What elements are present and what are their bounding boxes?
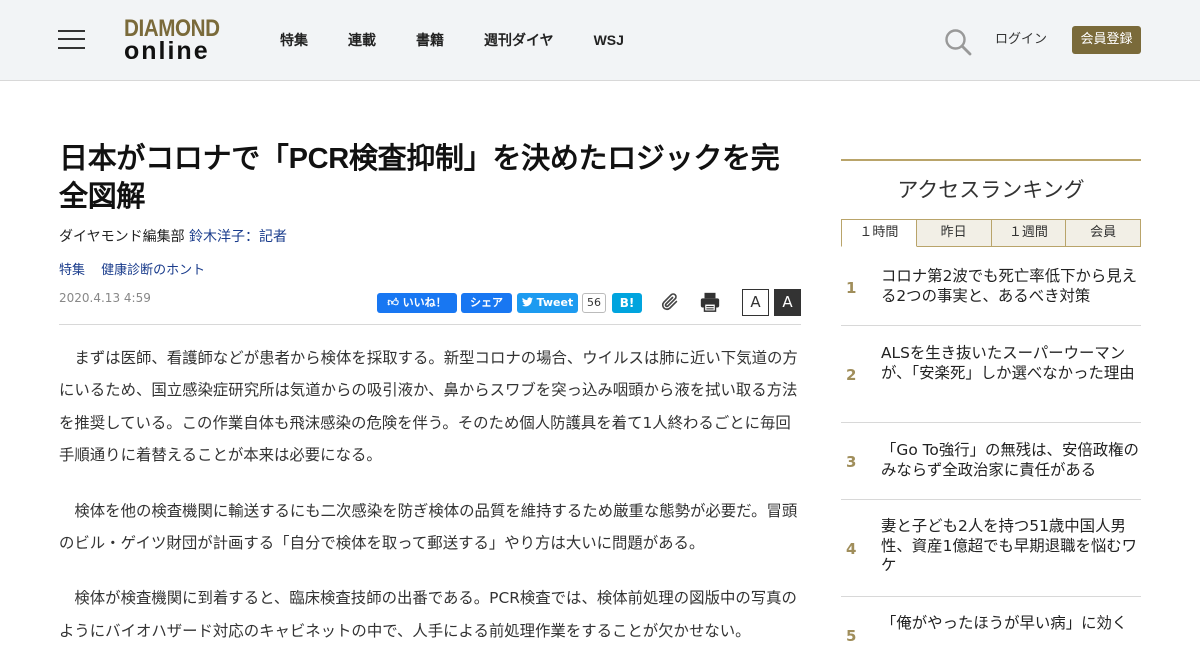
byline: ダイヤモンド編集部 鈴木洋子：記者 xyxy=(59,227,287,247)
author-link[interactable]: 鈴木洋子：記者 xyxy=(189,229,287,245)
nav-item-weekly[interactable]: 週刊ダイヤ xyxy=(484,31,554,49)
site-header: DIAMOND online 特集 連載 書籍 週刊ダイヤ WSJ ログイン 会… xyxy=(0,0,1200,81)
tweet-count: 56 xyxy=(582,293,606,313)
print-icon[interactable] xyxy=(699,291,721,313)
thumbs-up-icon: 👍︎ xyxy=(387,296,399,309)
nav-item-feature[interactable]: 特集 xyxy=(280,31,308,49)
publish-date: 2020.4.13 4:59 xyxy=(59,291,151,305)
tweet-label: Tweet xyxy=(536,296,574,309)
tweet-button[interactable]: Tweet xyxy=(517,293,578,313)
ranking-item[interactable]: 3 「Go To強行」の無残は、安倍政権のみならず全政治家に責任がある xyxy=(841,423,1141,500)
tab-yesterday[interactable]: 昨日 xyxy=(916,219,992,247)
rank-number: 3 xyxy=(846,453,857,471)
nav-item-books[interactable]: 書籍 xyxy=(416,31,444,49)
ranking-tabs: １時間 昨日 １週間 会員 xyxy=(841,219,1141,247)
byline-dept: ダイヤモンド編集部 xyxy=(59,229,185,245)
tab-1hour[interactable]: １時間 xyxy=(841,219,917,247)
ranking-item[interactable]: 1 コロナ第2波でも死亡率低下から見える2つの事実と、あるべき対策 xyxy=(841,247,1141,326)
tab-1week[interactable]: １週間 xyxy=(991,219,1067,247)
ranking-item[interactable]: 4 妻と子ども2人を持つ51歳中国人男性、資産1億超でも早期退職を悩むワケ xyxy=(841,500,1141,597)
tag-list: 特集 健康診断のホント xyxy=(59,262,217,280)
font-size-small-button[interactable]: A xyxy=(742,289,769,316)
article-title: 日本がコロナで「PCR検査抑制」を決めたロジックを完全図解 xyxy=(59,143,780,213)
rank-number: 4 xyxy=(846,540,857,558)
article-paragraph: 検体を他の検査機関に輸送するにも二次感染を防ぎ検体の品質を維持するため厳重な態勢… xyxy=(59,501,798,553)
rank-title: ALSを生き抜いたスーパーウーマンが、「安楽死」しか選べなかった理由 xyxy=(881,344,1135,382)
nav-item-wsj[interactable]: WSJ xyxy=(594,31,624,49)
logo-bottom-text: online xyxy=(124,37,210,65)
ranking-divider xyxy=(841,159,1141,161)
login-link[interactable]: ログイン xyxy=(995,31,1047,49)
font-size-large-button[interactable]: A xyxy=(774,289,801,316)
register-button[interactable]: 会員登録 xyxy=(1072,26,1141,54)
ranking-item[interactable]: 2 ALSを生き抜いたスーパーウーマンが、「安楽死」しか選べなかった理由 xyxy=(841,326,1141,423)
search-icon[interactable] xyxy=(944,28,972,56)
rank-number: 1 xyxy=(846,279,857,297)
nav-item-series[interactable]: 連載 xyxy=(348,31,376,49)
ranking-item[interactable]: 5 「俺がやったほうが早い病」に効く xyxy=(841,597,1141,657)
tab-members[interactable]: 会員 xyxy=(1066,219,1141,247)
facebook-share-button[interactable]: シェア xyxy=(461,293,512,313)
tag-link[interactable]: 特集 xyxy=(59,263,85,278)
article-paragraph: まずは医師、看護師などが患者から検体を採取する。新型コロナの場合、ウイルスは肺に… xyxy=(59,349,798,465)
ranking-title: アクセスランキング xyxy=(897,178,1085,202)
main-nav: 特集 連載 書籍 週刊ダイヤ WSJ xyxy=(280,31,664,49)
twitter-bird-icon xyxy=(521,297,533,307)
hatena-bookmark-button[interactable]: B! xyxy=(612,293,642,313)
rank-title: 「俺がやったほうが早い病」に効く xyxy=(881,614,1128,632)
tag-link[interactable]: 健康診断のホント xyxy=(101,263,205,278)
rank-title: コロナ第2波でも死亡率低下から見える2つの事実と、あるべき対策 xyxy=(881,267,1138,305)
menu-icon[interactable] xyxy=(58,28,86,50)
article-body: まずは医師、看護師などが患者から検体を採取する。新型コロナの場合、ウイルスは肺に… xyxy=(59,342,801,670)
divider xyxy=(59,324,801,325)
site-logo[interactable]: DIAMOND online xyxy=(124,16,228,65)
rank-title: 「Go To強行」の無残は、安倍政権のみならず全政治家に責任がある xyxy=(881,441,1139,479)
rank-number: 2 xyxy=(846,366,857,384)
clip-icon[interactable] xyxy=(659,291,681,313)
like-label: いいね！ xyxy=(402,296,447,309)
article-paragraph: 検体が検査機関に到着すると、臨床検査技師の出番である。PCR検査では、検体前処理… xyxy=(59,589,797,640)
facebook-like-button[interactable]: 👍︎ いいね！ xyxy=(377,293,457,313)
rank-title: 妻と子ども2人を持つ51歳中国人男性、資産1億超でも早期退職を悩むワケ xyxy=(881,517,1138,575)
